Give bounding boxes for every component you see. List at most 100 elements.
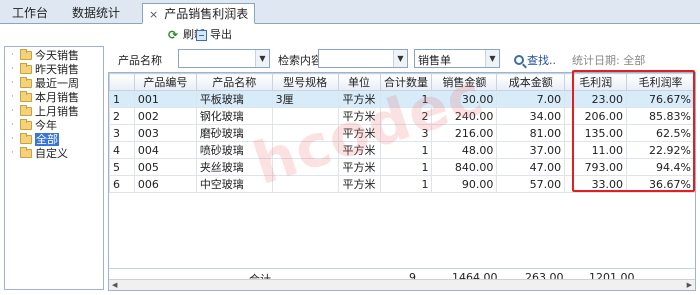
folder-icon [20, 119, 32, 130]
column-header[interactable]: 毛利润率 [626, 73, 695, 91]
table-cell [271, 158, 339, 176]
table-header-row: 产品编号 产品名称 型号规格 单位 合计数量 销售金额 成本金额 毛利润 毛利润率 [109, 73, 695, 91]
table-cell: 平方米 [337, 90, 381, 108]
tab-data-statistics[interactable]: 数据统计 [64, 3, 128, 24]
table-cell: 11.00 [564, 141, 628, 159]
tree-item-last-week[interactable]: · 最近一周 [11, 77, 79, 90]
table-cell: 夹丝玻璃 [195, 158, 273, 176]
tree-item-label: 昨天销售 [35, 63, 79, 76]
table-cell: 4 [109, 141, 135, 159]
table-row[interactable]: 2 002 钢化玻璃 平方米 2 240.00 34.00 206.00 85.83% [109, 107, 695, 125]
table-cell: 1 [379, 158, 433, 176]
table-cell: 135.00 [564, 124, 628, 142]
table-cell: 磨砂玻璃 [195, 124, 273, 142]
chevron-down-icon: ▼ [485, 50, 499, 67]
table-cell: 47.00 [496, 158, 566, 176]
stat-date-text: 统计日期: 全部 [572, 54, 646, 67]
table-cell: 206.00 [564, 107, 628, 125]
table-cell: 7.00 [496, 90, 566, 108]
tab-workbench[interactable]: 工作台 [4, 3, 56, 24]
tree-item-this-year[interactable]: · 今年 [11, 119, 57, 132]
column-header[interactable]: 型号规格 [271, 73, 339, 91]
table-cell: 1 [379, 90, 433, 108]
table-cell: 62.5% [626, 124, 695, 142]
table-cell: 36.67% [626, 175, 695, 193]
folder-icon [20, 105, 32, 116]
product-name-select[interactable]: ▼ [178, 49, 270, 68]
table-cell: 平板玻璃 [195, 90, 273, 108]
tree-connector: · [11, 78, 14, 88]
horizontal-scrollbar[interactable]: ◀ ▶ [109, 279, 695, 290]
tree-item-this-month[interactable]: · 本月销售 [11, 91, 79, 104]
table-cell: 002 [133, 107, 197, 125]
column-header[interactable]: 合计数量 [379, 73, 433, 91]
tree-item-label: 今天销售 [35, 49, 79, 62]
table-cell: 22.92% [626, 141, 695, 159]
table-cell: 23.00 [564, 90, 628, 108]
table-cell: 004 [133, 141, 197, 159]
scroll-right-icon[interactable]: ▶ [687, 281, 692, 289]
table-cell: 840.00 [431, 158, 498, 176]
search-icon [514, 55, 524, 65]
table-cell: 76.67% [626, 90, 695, 108]
table-row[interactable]: 4 004 喷砂玻璃 平方米 1 48.00 37.00 11.00 22.92% [109, 141, 695, 159]
table-cell: 30.00 [431, 90, 498, 108]
table-cell: 33.00 [564, 175, 628, 193]
scroll-left-icon[interactable]: ◀ [112, 281, 117, 289]
table-cell: 5 [109, 158, 135, 176]
table-cell: 3 [109, 124, 135, 142]
search-content-label: 检索内容 [278, 54, 322, 67]
table-row[interactable]: 6 006 中空玻璃 平方米 1 90.00 57.00 33.00 36.67% [109, 175, 695, 193]
table-cell: 2 [109, 107, 135, 125]
tree-item-label: 全部 [35, 133, 59, 146]
search-content-select[interactable]: ▼ [318, 49, 408, 68]
search-button[interactable]: 查找.. [514, 52, 556, 68]
table-row[interactable]: 5 005 夹丝玻璃 平方米 1 840.00 47.00 793.00 94.4% [109, 158, 695, 176]
order-type-select[interactable]: 销售单 ▼ [414, 49, 500, 68]
tree-connector: · [11, 106, 14, 116]
tree-item-label: 最近一周 [35, 77, 79, 90]
table-row[interactable]: 1 001 平板玻璃 3厘 平方米 1 30.00 7.00 23.00 76.67% [109, 90, 695, 108]
table-cell: 喷砂玻璃 [195, 141, 273, 159]
table-cell: 001 [133, 90, 197, 108]
column-header[interactable]: 单位 [337, 73, 381, 91]
table-cell: 1 [379, 175, 433, 193]
tab-label: 工作台 [12, 6, 49, 20]
table-cell: 平方米 [337, 158, 381, 176]
table-cell: 006 [133, 175, 197, 193]
table-cell: 3 [379, 124, 433, 142]
date-range-tree: · 今天销售 · 昨天销售 · 最近一周 · 本月销售 · 上月销售 · 今年 · 全部 · 自… [4, 46, 104, 290]
close-icon[interactable]: × [149, 8, 158, 21]
folder-icon [20, 77, 32, 88]
table-cell: 81.00 [496, 124, 566, 142]
toolbar: ⟳ 刷新 导出 [0, 24, 700, 46]
tab-bar: 工作台 数据统计 × 产品销售利润表 [0, 0, 700, 24]
table-cell: 003 [133, 124, 197, 142]
tab-label: 产品销售利润表 [164, 7, 249, 21]
table-row[interactable]: 3 003 磨砂玻璃 平方米 3 216.00 81.00 135.00 62.5% [109, 124, 695, 142]
folder-icon [20, 147, 32, 158]
column-header[interactable]: 成本金额 [496, 73, 566, 91]
table-cell: 平方米 [337, 124, 381, 142]
order-type-value: 销售单 [418, 54, 451, 67]
table-cell: 钢化玻璃 [195, 107, 273, 125]
tree-item-last-month[interactable]: · 上月销售 [11, 105, 79, 118]
column-header[interactable]: 毛利润 [564, 73, 628, 91]
tab-product-sales-profit[interactable]: × 产品销售利润表 [142, 3, 256, 24]
tree-item-custom[interactable]: · 自定义 [11, 147, 68, 160]
chevron-down-icon: ▼ [255, 50, 269, 67]
table-cell: 平方米 [337, 107, 381, 125]
column-header[interactable]: 产品编号 [133, 73, 197, 91]
column-header[interactable] [109, 73, 135, 91]
table-cell: 240.00 [431, 107, 498, 125]
tree-item-today[interactable]: · 今天销售 [11, 49, 79, 62]
table-cell: 1 [379, 141, 433, 159]
column-header[interactable]: 产品名称 [195, 73, 273, 91]
tree-item-all[interactable]: · 全部 [11, 133, 59, 146]
tree-item-yesterday[interactable]: · 昨天销售 [11, 63, 79, 76]
tree-item-label: 自定义 [35, 147, 68, 160]
table-cell: 中空玻璃 [195, 175, 273, 193]
export-button[interactable]: 导出 [196, 27, 232, 43]
column-header[interactable]: 销售金额 [431, 73, 498, 91]
data-table: 产品编号 产品名称 型号规格 单位 合计数量 销售金额 成本金额 毛利润 毛利润率 1 001 平板… [109, 73, 695, 193]
